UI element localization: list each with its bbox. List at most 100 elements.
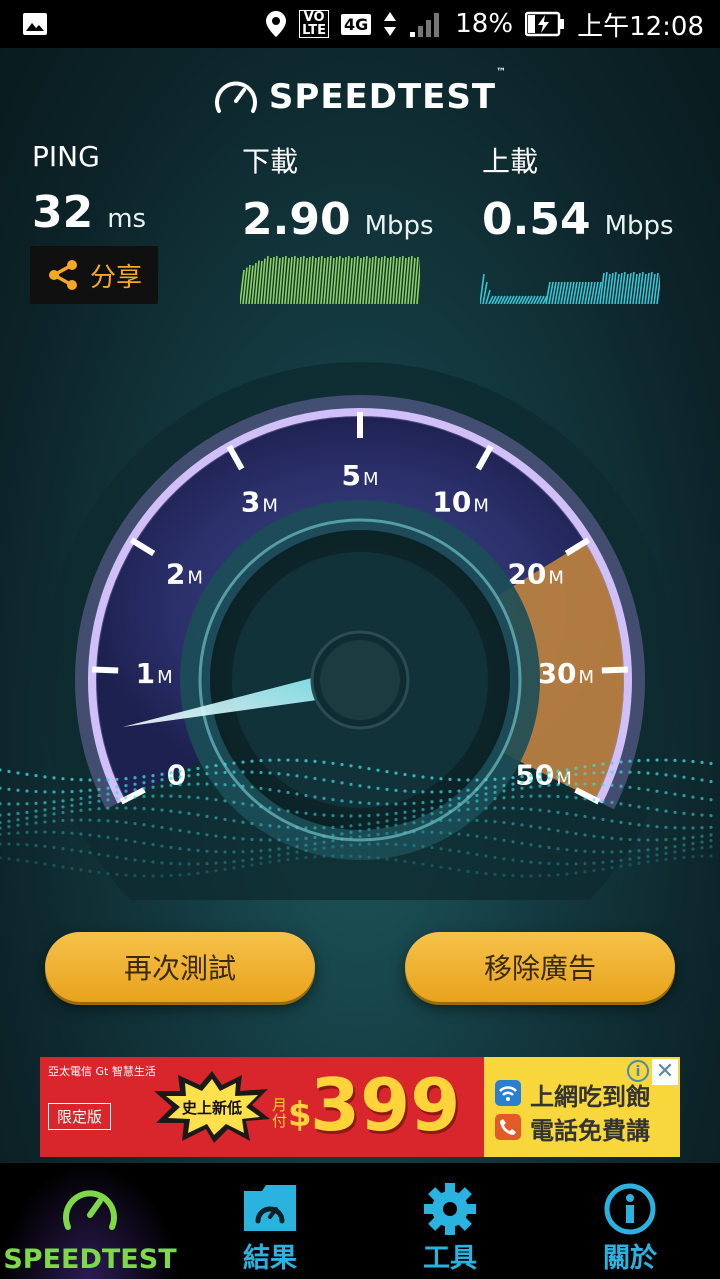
wave-dot — [295, 850, 299, 854]
ad-banner[interactable]: 亞太電信 Gt 智慧生活 限定版 史上新低 月付 $ 399 上網吃到飽 電話免… — [40, 1057, 680, 1157]
nav-item-speedtest[interactable]: SPEEDTEST — [0, 1163, 180, 1279]
wave-dot — [133, 795, 137, 799]
nav-item-results[interactable]: 結果 — [180, 1163, 360, 1279]
wave-dot — [673, 810, 677, 814]
wave-dot — [97, 793, 101, 798]
app-header: SPEEDTEST™ — [0, 67, 720, 122]
wave-dot — [331, 761, 335, 765]
wave-dot — [286, 838, 290, 842]
wave-dot — [601, 799, 605, 803]
ad-info-icon[interactable]: i — [626, 1059, 650, 1083]
wave-dot — [79, 802, 83, 806]
wave-dot — [7, 769, 11, 774]
wave-dot — [610, 800, 614, 805]
wave-dot — [43, 820, 47, 824]
download-stat: 下載 2.90 Mbps — [242, 140, 434, 245]
share-icon — [48, 260, 77, 290]
wave-dot — [160, 794, 164, 798]
wave-dot — [7, 857, 11, 861]
wave-dot — [637, 849, 641, 853]
wave-dot — [610, 850, 614, 854]
wave-dot — [673, 837, 677, 841]
wave-dot — [268, 838, 272, 842]
wave-dot — [187, 830, 191, 834]
wave-dot — [664, 851, 668, 856]
wave-dot — [547, 845, 551, 850]
wave-dot — [664, 758, 668, 762]
wave-dot — [475, 818, 479, 823]
wave-dot — [430, 800, 434, 804]
wave-dot — [124, 838, 128, 842]
download-unit: Mbps — [364, 211, 434, 241]
wave-dot — [151, 874, 155, 878]
wave-dot — [349, 824, 353, 828]
wave-dot — [286, 809, 290, 813]
wave-dot — [493, 855, 497, 860]
wave-dot — [214, 798, 218, 802]
gauge-icon — [63, 1190, 117, 1230]
wave-dot — [574, 813, 578, 817]
wave-dot — [538, 778, 542, 782]
wave-dot — [25, 789, 29, 793]
phone-icon — [495, 1114, 521, 1140]
wave-dot — [376, 813, 380, 817]
retest-button[interactable]: 再次測試 — [45, 932, 315, 1002]
wave-dot — [529, 860, 533, 864]
ad-close-button[interactable]: ✕ — [652, 1059, 678, 1085]
wave-dot — [700, 846, 704, 850]
wave-dot — [25, 843, 29, 847]
wave-dot — [601, 762, 605, 766]
wave-dot — [439, 799, 443, 803]
wave-dot — [88, 795, 92, 799]
wave-dot — [394, 823, 398, 827]
wave-dot — [196, 796, 200, 800]
wave-dot — [340, 799, 344, 803]
wave-dot — [610, 866, 614, 870]
wave-dot — [187, 862, 191, 866]
wave-dot — [565, 862, 569, 866]
share-button[interactable]: 分享 — [30, 246, 158, 304]
wave-dot — [565, 774, 569, 778]
wave-dot — [223, 850, 227, 854]
wave-dot — [655, 758, 659, 762]
wave-dot — [169, 794, 173, 798]
nav-item-tools[interactable]: 工具 — [360, 1163, 540, 1279]
wave-dot — [619, 850, 623, 854]
wave-dot — [565, 848, 569, 852]
wave-dot — [358, 829, 362, 833]
wave-dot — [466, 869, 470, 873]
wave-dot — [619, 820, 623, 824]
nav-label-results: 結果 — [243, 1243, 297, 1274]
wifi-icon — [495, 1080, 521, 1106]
wave-dot — [70, 848, 74, 852]
wave-dot — [232, 836, 236, 840]
gauge-tick-label: 0 — [167, 759, 186, 792]
wave-dot — [574, 862, 578, 866]
wave-dot — [484, 786, 488, 790]
wave-dot — [421, 813, 425, 817]
wave-dot — [583, 797, 587, 801]
info-icon — [604, 1183, 656, 1235]
folder-gauge-icon — [244, 1185, 296, 1231]
wave-dot — [385, 857, 389, 861]
remove-ads-button[interactable]: 移除廣告 — [405, 932, 675, 1002]
wave-dot — [70, 831, 74, 835]
nav-item-about[interactable]: 關於 — [540, 1163, 720, 1279]
wave-dot — [394, 831, 398, 835]
wave-dot — [592, 798, 596, 802]
wave-dot — [268, 806, 272, 810]
wave-dot — [250, 759, 254, 763]
wave-dot — [70, 777, 74, 781]
wave-dot — [241, 760, 245, 764]
wave-dot — [205, 870, 209, 874]
wave-dot — [79, 789, 83, 793]
wave-dot — [439, 818, 443, 823]
wave-dot — [349, 764, 353, 768]
wave-dot — [529, 874, 533, 878]
wave-dot — [259, 805, 263, 809]
wave-dot — [682, 855, 686, 860]
wave-dot — [574, 772, 578, 777]
wave-dot — [187, 872, 191, 876]
wave-dot — [196, 848, 200, 853]
wave-dot — [538, 826, 542, 830]
